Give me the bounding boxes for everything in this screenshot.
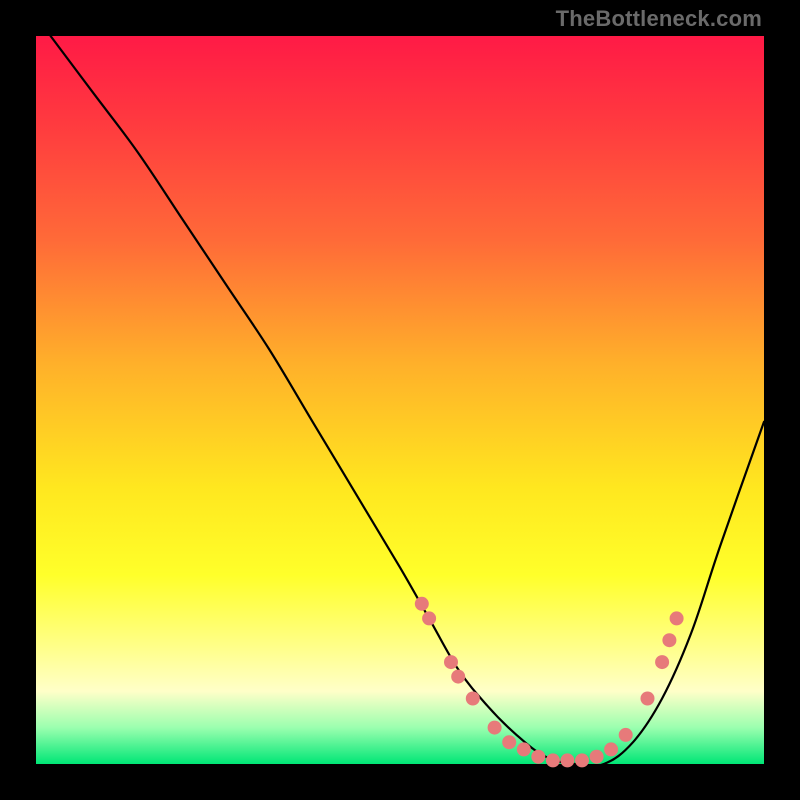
marker-dot [415,597,429,611]
marker-dot [655,655,669,669]
marker-dot [662,633,676,647]
marker-dot [560,753,574,767]
marker-dot [604,742,618,756]
marker-dot [444,655,458,669]
attribution-text: TheBottleneck.com [556,6,762,32]
chart-frame: TheBottleneck.com [0,0,800,800]
marker-dot [670,611,684,625]
bottleneck-curve [51,36,764,766]
marker-dot [422,611,436,625]
marker-dot [590,750,604,764]
marker-group [415,597,684,768]
marker-dot [466,692,480,706]
marker-dot [488,721,502,735]
marker-dot [451,670,465,684]
marker-dot [575,753,589,767]
marker-dot [546,753,560,767]
curve-svg [36,36,764,764]
marker-dot [517,742,531,756]
plot-area [36,36,764,764]
marker-dot [531,750,545,764]
marker-dot [502,735,516,749]
marker-dot [641,692,655,706]
marker-dot [619,728,633,742]
